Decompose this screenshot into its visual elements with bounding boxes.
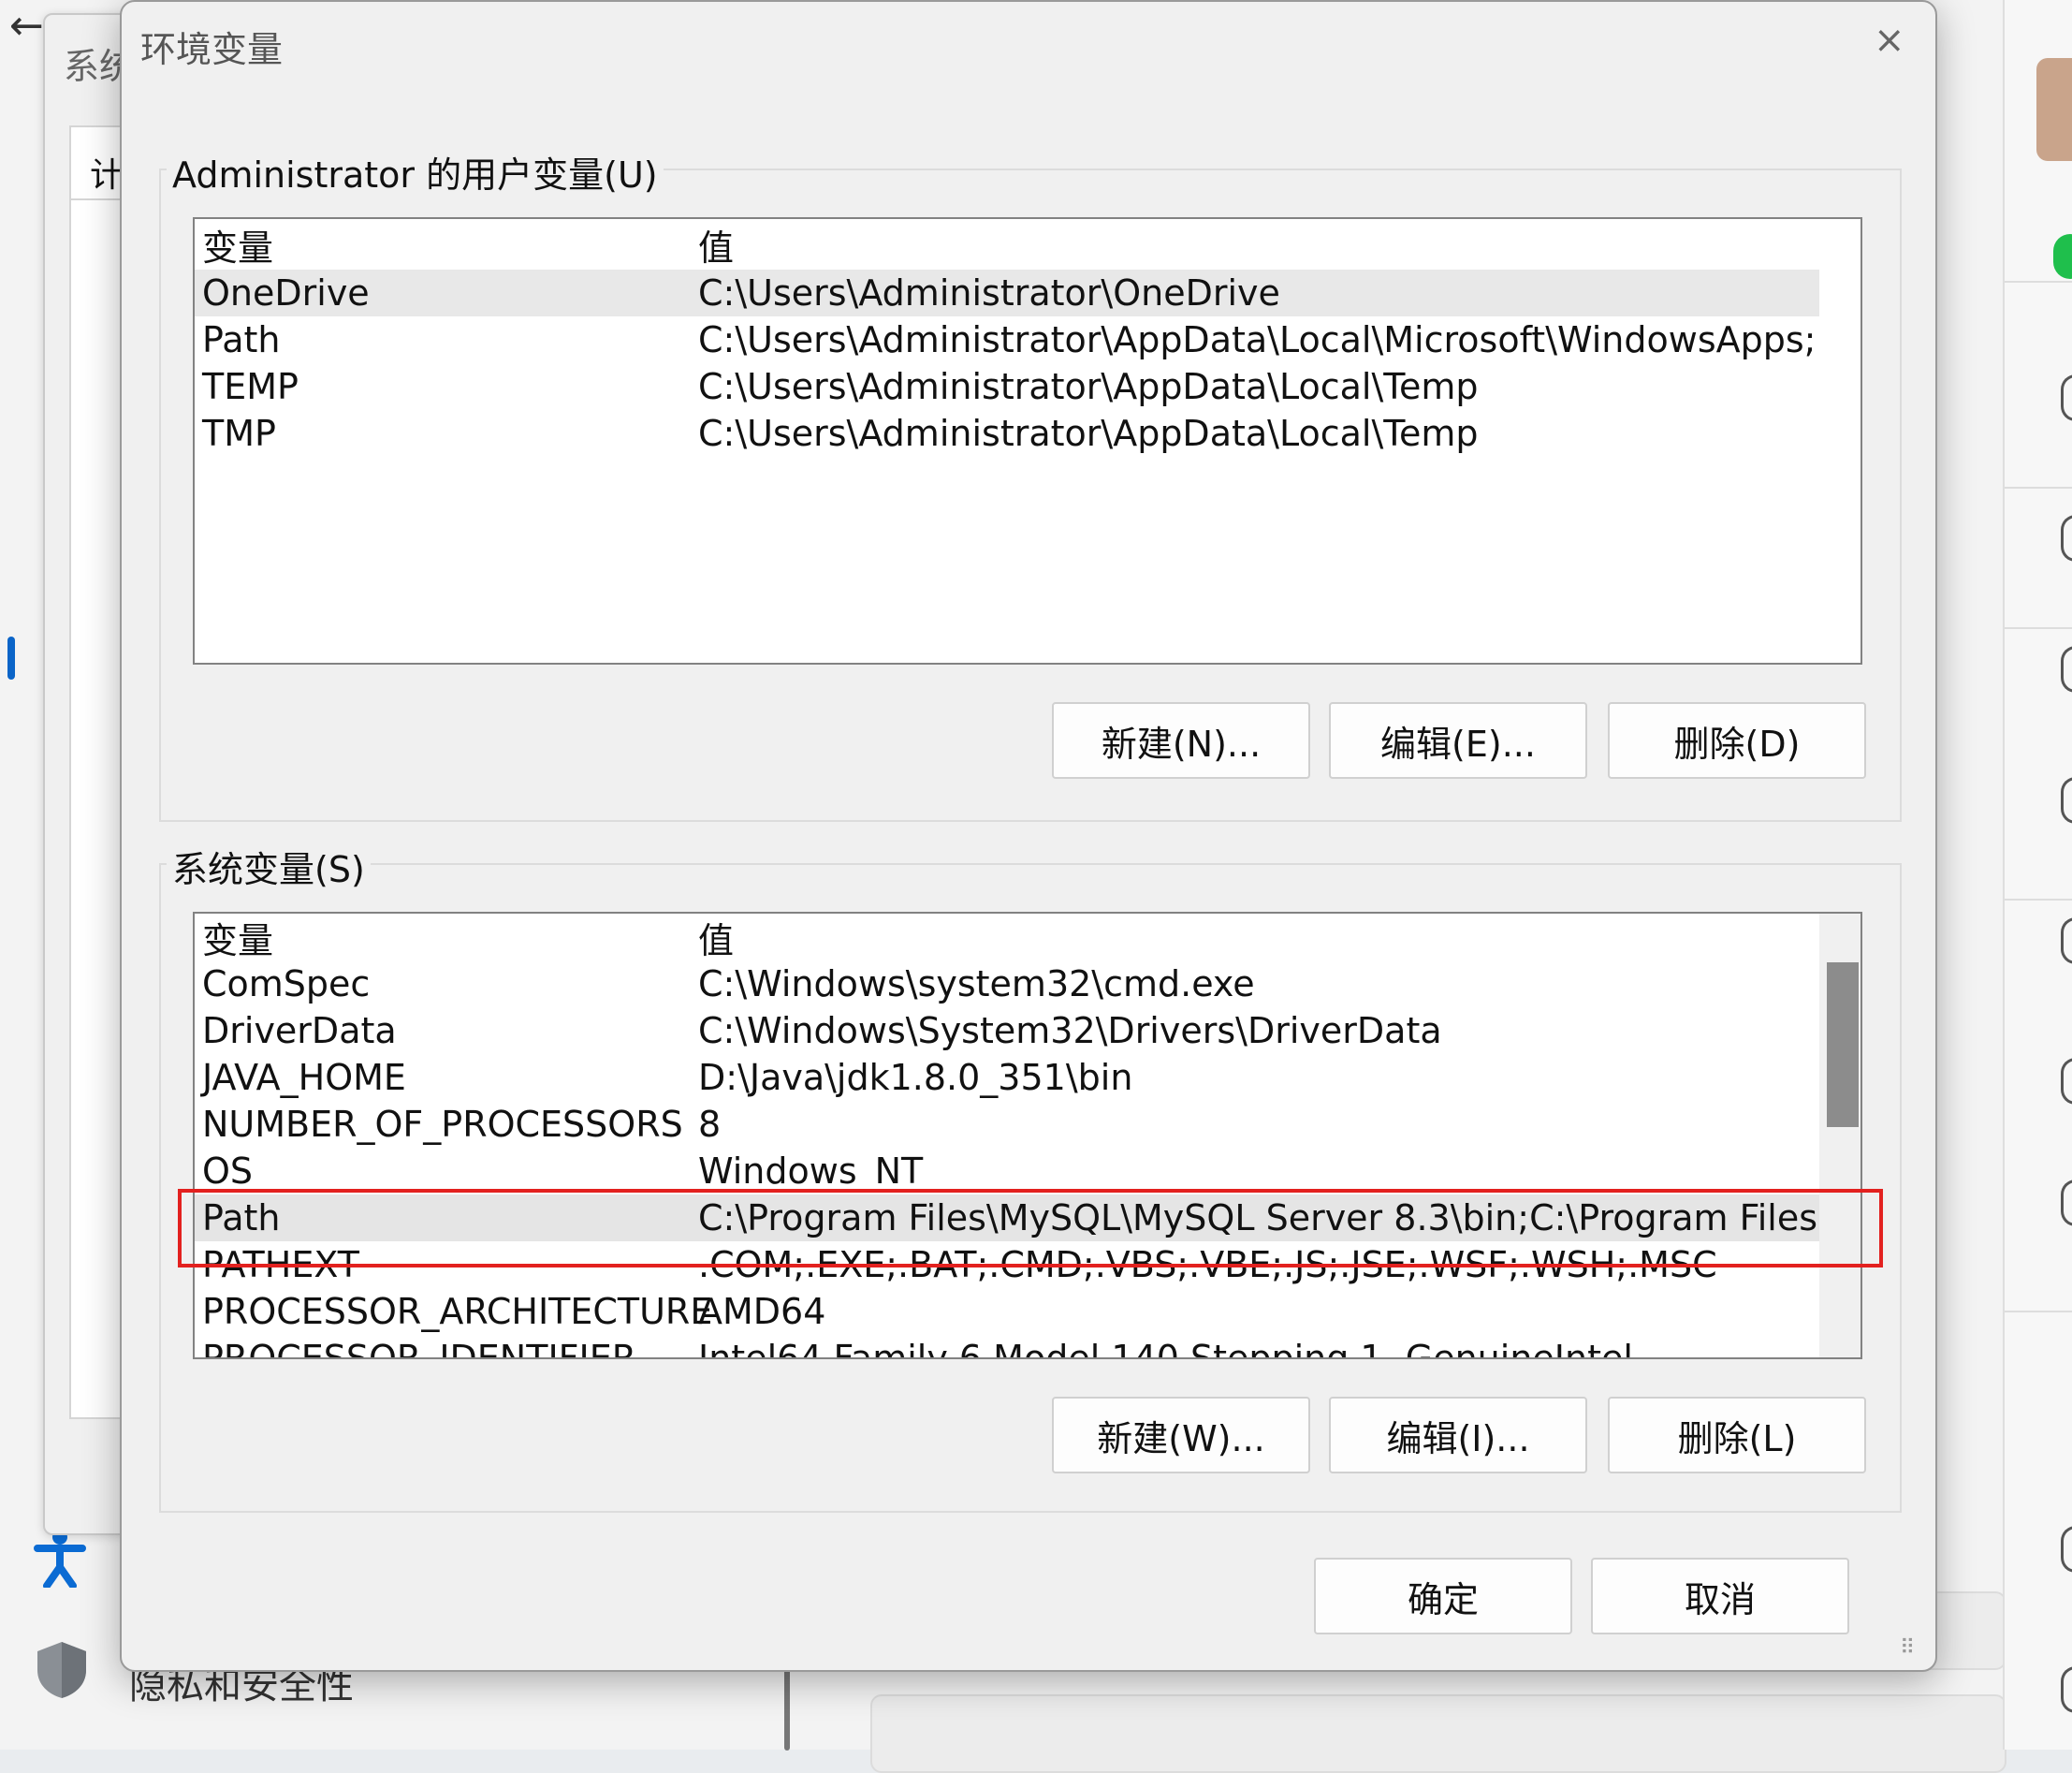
cube-icon[interactable] bbox=[2061, 515, 2072, 562]
variable-name: Path bbox=[202, 1197, 281, 1238]
variable-value: C:\Windows\System32\Drivers\DriverData bbox=[698, 1010, 1442, 1051]
table-row[interactable]: Path C:\Users\Administrator\AppData\Loca… bbox=[195, 316, 1819, 363]
user-edit-button[interactable]: 编辑(E)... bbox=[1329, 702, 1587, 779]
variable-value: Windows_NT bbox=[698, 1150, 924, 1192]
divider bbox=[2005, 487, 2072, 489]
user-variables-caption: Administrator 的用户变量(U) bbox=[167, 146, 664, 198]
system-delete-button[interactable]: 删除(L) bbox=[1608, 1397, 1866, 1473]
column-header-value[interactable]: 值 bbox=[698, 914, 734, 963]
variable-value: C:\Users\Administrator\AppData\Local\Tem… bbox=[698, 366, 1479, 407]
resize-grip-icon[interactable]: ⠿ bbox=[1900, 1636, 1915, 1660]
accessibility-icon[interactable] bbox=[34, 1528, 86, 1602]
table-row[interactable]: OneDrive C:\Users\Administrator\OneDrive bbox=[195, 270, 1819, 316]
tool-icon[interactable] bbox=[2061, 1058, 2072, 1105]
settings-card bbox=[870, 1694, 2006, 1773]
document-icon[interactable] bbox=[2061, 1526, 2072, 1573]
variable-value: 8 bbox=[698, 1104, 722, 1145]
variable-name: Path bbox=[202, 319, 281, 360]
avatar[interactable] bbox=[2036, 58, 2072, 161]
variable-value: Intel64 Family 6 Model 140 Stepping 1, G… bbox=[698, 1338, 1633, 1359]
table-row[interactable]: ComSpec C:\Windows\system32\cmd.exe bbox=[195, 960, 1819, 1007]
divider bbox=[2005, 627, 2072, 629]
table-row-path[interactable]: Path C:\Program Files\MySQL\MySQL Server… bbox=[195, 1194, 1860, 1241]
variable-name: TEMP bbox=[202, 366, 299, 407]
table-row[interactable]: DriverData C:\Windows\System32\Drivers\D… bbox=[195, 1007, 1819, 1054]
variable-name: NUMBER_OF_PROCESSORS bbox=[202, 1104, 683, 1145]
table-row[interactable]: TMP C:\Users\Administrator\AppData\Local… bbox=[195, 410, 1819, 457]
column-header-name[interactable]: 变量 bbox=[202, 914, 273, 963]
ok-button[interactable]: 确定 bbox=[1314, 1558, 1572, 1634]
table-row[interactable]: JAVA_HOME D:\Java\jdk1.8.0_351\bin bbox=[195, 1054, 1819, 1101]
menu-icon[interactable] bbox=[2061, 1666, 2072, 1713]
variable-value: AMD64 bbox=[698, 1291, 826, 1332]
chat-icon[interactable] bbox=[2053, 234, 2072, 279]
divider bbox=[2005, 1311, 2072, 1312]
variable-name: TMP bbox=[202, 413, 276, 454]
divider bbox=[2005, 899, 2072, 901]
user-new-button[interactable]: 新建(N)... bbox=[1052, 702, 1310, 779]
variable-value: C:\Program Files\MySQL\MySQL Server 8.3\… bbox=[698, 1197, 1862, 1238]
column-header-value[interactable]: 值 bbox=[698, 219, 734, 271]
environment-variables-dialog: 环境变量 × Administrator 的用户变量(U) 变量 值 OneDr… bbox=[120, 0, 1937, 1672]
shield-icon[interactable] bbox=[34, 1640, 90, 1700]
variable-name: OneDrive bbox=[202, 272, 370, 314]
user-delete-button[interactable]: 删除(D) bbox=[1608, 702, 1866, 779]
variable-value: C:\Users\Administrator\OneDrive bbox=[698, 272, 1280, 314]
table-row[interactable]: NUMBER_OF_PROCESSORS 8 bbox=[195, 1101, 1819, 1148]
right-side-panel bbox=[2003, 0, 2072, 1750]
variable-value: C:\Users\Administrator\AppData\Local\Mic… bbox=[698, 319, 1817, 360]
variable-name: DriverData bbox=[202, 1010, 397, 1051]
tab-label: 计 bbox=[90, 156, 124, 195]
variable-value: D:\Java\jdk1.8.0_351\bin bbox=[698, 1057, 1133, 1098]
variable-name: PROCESSOR_ARCHITECTURE bbox=[202, 1291, 713, 1332]
divider bbox=[2005, 281, 2072, 283]
nav-selection-indicator bbox=[7, 637, 15, 680]
bag-icon[interactable] bbox=[2061, 777, 2072, 824]
clock-icon[interactable] bbox=[2061, 1180, 2072, 1226]
list-header: 变量 值 bbox=[195, 219, 1819, 271]
back-arrow-icon[interactable]: ← bbox=[9, 2, 44, 50]
system-edit-button[interactable]: 编辑(I)... bbox=[1329, 1397, 1587, 1473]
system-new-button[interactable]: 新建(W)... bbox=[1052, 1397, 1310, 1473]
globe-icon[interactable] bbox=[2061, 646, 2072, 693]
close-icon[interactable]: × bbox=[1874, 19, 1905, 62]
variable-value: .COM;.EXE;.BAT;.CMD;.VBS;.VBE;.JS;.JSE;.… bbox=[698, 1244, 1717, 1285]
cancel-button[interactable]: 取消 bbox=[1591, 1558, 1849, 1634]
dialog-title: 环境变量 bbox=[140, 29, 284, 70]
table-row[interactable]: TEMP C:\Users\Administrator\AppData\Loca… bbox=[195, 363, 1819, 410]
table-row[interactable]: OS Windows_NT bbox=[195, 1148, 1819, 1194]
variable-name: JAVA_HOME bbox=[202, 1057, 406, 1098]
column-header-name[interactable]: 变量 bbox=[202, 219, 273, 271]
table-row[interactable]: PROCESSOR_ARCHITECTURE AMD64 bbox=[195, 1288, 1819, 1335]
user-variables-list[interactable]: 变量 值 OneDrive C:\Users\Administrator\One… bbox=[193, 217, 1862, 665]
link-icon[interactable] bbox=[2061, 917, 2072, 964]
scrollbar-thumb[interactable] bbox=[1827, 962, 1859, 1127]
variable-value: C:\Windows\system32\cmd.exe bbox=[698, 963, 1255, 1004]
system-variables-caption: 系统变量(S) bbox=[167, 841, 371, 892]
user-icon[interactable] bbox=[2061, 374, 2072, 421]
variable-value: C:\Users\Administrator\AppData\Local\Tem… bbox=[698, 413, 1479, 454]
variable-name: ComSpec bbox=[202, 963, 371, 1004]
variable-name: OS bbox=[202, 1150, 254, 1192]
list-header: 变量 值 bbox=[195, 914, 1819, 963]
variable-name: PATHEXT bbox=[202, 1244, 359, 1285]
variable-name: PROCESSOR_IDENTIFIER bbox=[202, 1338, 637, 1359]
table-row[interactable]: PROCESSOR_IDENTIFIER Intel64 Family 6 Mo… bbox=[195, 1335, 1819, 1359]
system-variables-scrollbar[interactable] bbox=[1819, 914, 1860, 1357]
table-row[interactable]: PATHEXT .COM;.EXE;.BAT;.CMD;.VBS;.VBE;.J… bbox=[195, 1241, 1819, 1288]
system-variables-list[interactable]: 变量 值 ComSpec C:\Windows\system32\cmd.exe… bbox=[193, 912, 1862, 1359]
